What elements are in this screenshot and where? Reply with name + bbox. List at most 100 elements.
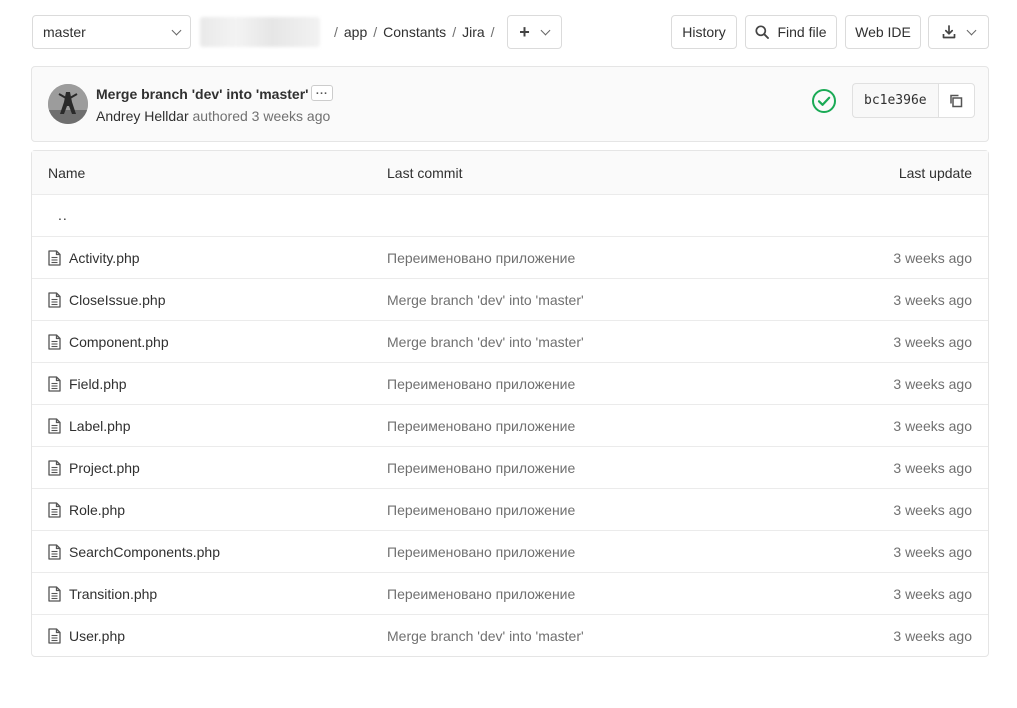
last-commit-panel: Merge branch 'dev' into 'master' ... And… <box>31 66 989 142</box>
find-file-label: Find file <box>777 24 827 40</box>
breadcrumb-item-constants[interactable]: Constants <box>383 24 446 40</box>
file-name-cell: Activity.php <box>48 250 140 266</box>
file-name-link[interactable]: Activity.php <box>69 250 140 266</box>
breadcrumb: / app / Constants / Jira / + <box>200 15 562 49</box>
parent-directory-link[interactable]: .. <box>58 207 68 223</box>
breadcrumb-separator: / <box>334 24 338 40</box>
download-dropdown-button[interactable] <box>928 15 989 49</box>
table-row[interactable]: Component.php Merge branch 'dev' into 'm… <box>32 320 988 362</box>
last-commit-message-link[interactable]: Переименовано приложение <box>387 418 575 434</box>
project-breadcrumb-redacted[interactable] <box>200 17 320 47</box>
file-name-link[interactable]: CloseIssue.php <box>69 292 166 308</box>
file-icon <box>48 501 61 518</box>
breadcrumb-item-jira[interactable]: Jira <box>462 24 485 40</box>
commit-sha[interactable]: bc1e396e <box>852 83 938 118</box>
column-header-last-commit: Last commit <box>387 164 463 181</box>
file-name-cell: CloseIssue.php <box>48 292 166 308</box>
table-row[interactable]: Role.php Переименовано приложение 3 week… <box>32 488 988 530</box>
file-name-link[interactable]: User.php <box>69 628 125 644</box>
find-file-button[interactable]: Find file <box>745 15 837 49</box>
last-commit-message-link[interactable]: Переименовано приложение <box>387 460 575 476</box>
last-commit-message-link[interactable]: Переименовано приложение <box>387 586 575 602</box>
file-name-link[interactable]: Transition.php <box>69 586 157 602</box>
breadcrumb-separator: / <box>490 24 495 40</box>
file-name-cell: SearchComponents.php <box>48 544 220 560</box>
commit-meta: Andrey Helldar authored 3 weeks ago <box>96 108 330 124</box>
commit-sha-group: bc1e396e <box>852 83 975 118</box>
file-tree-table: Name Last commit Last update .. Activity… <box>31 150 989 657</box>
table-row[interactable]: Field.php Переименовано приложение 3 wee… <box>32 362 988 404</box>
breadcrumb-separator: / <box>452 24 457 40</box>
download-icon <box>942 25 956 39</box>
file-icon <box>48 543 61 560</box>
branch-name: master <box>43 24 86 40</box>
last-commit-message-link[interactable]: Merge branch 'dev' into 'master' <box>387 334 584 350</box>
table-row[interactable]: Transition.php Переименовано приложение … <box>32 572 988 614</box>
plus-icon: + <box>519 22 530 42</box>
file-name-cell: Role.php <box>48 502 125 518</box>
table-row[interactable]: Activity.php Переименовано приложение 3 … <box>32 236 988 278</box>
toggle-commit-description-button[interactable]: ... <box>311 85 333 101</box>
file-name-cell: Component.php <box>48 334 169 350</box>
file-name-link[interactable]: Project.php <box>69 460 140 476</box>
branch-selector[interactable]: master <box>32 15 191 49</box>
table-header: Name Last commit Last update <box>32 151 988 194</box>
table-row[interactable]: CloseIssue.php Merge branch 'dev' into '… <box>32 278 988 320</box>
history-button[interactable]: History <box>671 15 737 49</box>
file-name-cell: Label.php <box>48 418 131 434</box>
file-name-cell: User.php <box>48 628 125 644</box>
commit-authored-time: authored 3 weeks ago <box>192 108 331 124</box>
last-commit-message-link[interactable]: Переименовано приложение <box>387 544 575 560</box>
file-icon <box>48 459 61 476</box>
avatar[interactable] <box>48 84 88 124</box>
column-header-last-update: Last update <box>898 164 972 181</box>
last-update-time: 3 weeks ago <box>893 501 972 518</box>
repository-toolbar: master / app / Constants / Jira / + Hist… <box>32 15 989 49</box>
table-row[interactable]: Label.php Переименовано приложение 3 wee… <box>32 404 988 446</box>
file-name-link[interactable]: Component.php <box>69 334 169 350</box>
chevron-down-icon <box>171 25 182 35</box>
file-icon <box>48 627 61 644</box>
last-update-time: 3 weeks ago <box>893 291 972 308</box>
table-row[interactable]: SearchComponents.php Переименовано прило… <box>32 530 988 572</box>
file-icon <box>48 249 61 266</box>
copy-icon <box>950 94 963 107</box>
file-name-link[interactable]: Field.php <box>69 376 127 392</box>
last-update-time: 3 weeks ago <box>893 459 972 476</box>
last-commit-message-link[interactable]: Переименовано приложение <box>387 502 575 518</box>
file-icon <box>48 333 61 350</box>
file-name-cell: Field.php <box>48 376 127 392</box>
copy-sha-button[interactable] <box>937 83 975 118</box>
file-name-link[interactable]: Role.php <box>69 502 125 518</box>
table-row[interactable]: Project.php Переименовано приложение 3 w… <box>32 446 988 488</box>
last-commit-message-link[interactable]: Переименовано приложение <box>387 250 575 266</box>
last-update-time: 3 weeks ago <box>893 249 972 266</box>
check-circle-icon[interactable] <box>811 88 837 114</box>
web-ide-button[interactable]: Web IDE <box>845 15 921 49</box>
file-name-link[interactable]: SearchComponents.php <box>69 544 220 560</box>
last-update-time: 3 weeks ago <box>893 375 972 392</box>
chevron-down-icon <box>966 25 977 35</box>
file-icon <box>48 291 61 308</box>
file-icon <box>48 417 61 434</box>
parent-directory-row[interactable]: .. <box>32 194 988 236</box>
file-icon <box>48 585 61 602</box>
last-update-time: 3 weeks ago <box>893 333 972 350</box>
search-icon <box>755 25 770 39</box>
last-update-time: 3 weeks ago <box>893 417 972 434</box>
chevron-down-icon <box>540 25 551 35</box>
add-new-dropdown-button[interactable]: + <box>506 15 562 49</box>
last-commit-message-link[interactable]: Переименовано приложение <box>387 376 575 392</box>
commit-author[interactable]: Andrey Helldar <box>96 108 189 124</box>
table-row[interactable]: User.php Merge branch 'dev' into 'master… <box>32 614 988 656</box>
last-commit-message-link[interactable]: Merge branch 'dev' into 'master' <box>387 628 584 644</box>
commit-title[interactable]: Merge branch 'dev' into 'master' <box>96 86 308 102</box>
column-header-name: Name <box>48 164 86 181</box>
last-commit-message-link[interactable]: Merge branch 'dev' into 'master' <box>387 292 584 308</box>
file-name-link[interactable]: Label.php <box>69 418 131 434</box>
breadcrumb-item-app[interactable]: app <box>344 24 367 40</box>
last-update-time: 3 weeks ago <box>893 627 972 644</box>
file-icon <box>48 375 61 392</box>
file-name-cell: Transition.php <box>48 586 157 602</box>
last-update-time: 3 weeks ago <box>893 543 972 560</box>
